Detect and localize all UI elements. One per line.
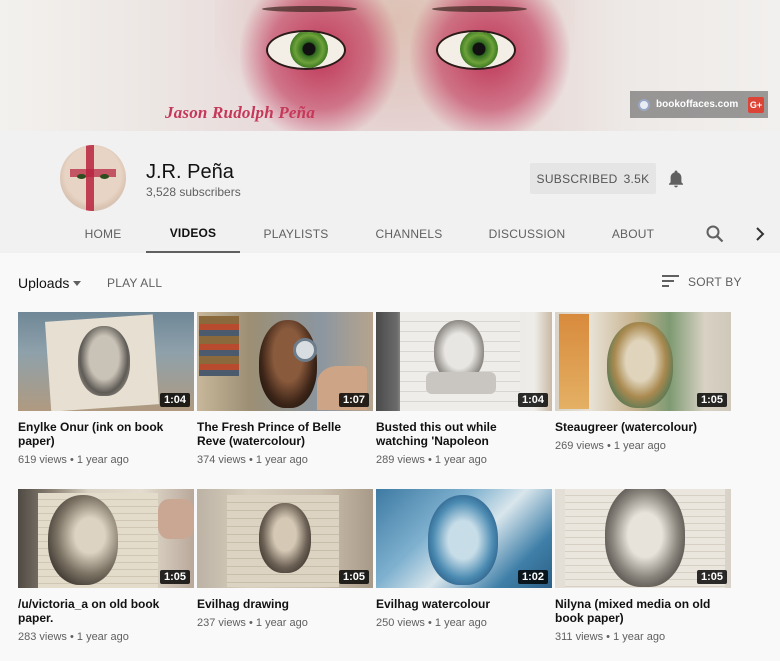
video-card[interactable]: 1:05 Steaugreer (watercolour) 269 views … bbox=[555, 312, 731, 452]
video-meta: 311 views • 1 year ago bbox=[555, 631, 666, 643]
video-duration: 1:04 bbox=[159, 393, 190, 407]
caret-down-icon[interactable] bbox=[73, 281, 81, 286]
video-title[interactable]: /u/victoria_a on old book paper. bbox=[18, 597, 194, 625]
tab-playlists[interactable]: PLAYLISTS bbox=[252, 215, 340, 253]
video-title[interactable]: Evilhag watercolour bbox=[376, 597, 552, 611]
subscribe-label: SUBSCRIBED bbox=[536, 171, 618, 186]
video-title[interactable]: Nilyna (mixed media on old book paper) bbox=[555, 597, 731, 625]
video-meta: 619 views • 1 year ago bbox=[18, 454, 129, 466]
tab-discussion[interactable]: DISCUSSION bbox=[482, 215, 572, 253]
globe-icon bbox=[638, 98, 650, 111]
tab-home[interactable]: HOME bbox=[72, 215, 134, 253]
video-age: 1 year ago bbox=[434, 617, 487, 629]
video-views: 237 views bbox=[197, 617, 246, 629]
video-meta: 250 views • 1 year ago bbox=[376, 617, 487, 629]
subscribe-button[interactable]: SUBSCRIBED 3.5K bbox=[530, 163, 656, 194]
video-title[interactable]: The Fresh Prince of Belle Reve (watercol… bbox=[197, 420, 373, 448]
video-views: 283 views bbox=[18, 631, 67, 643]
video-age: 1 year ago bbox=[434, 454, 487, 466]
sort-icon[interactable] bbox=[662, 274, 680, 288]
video-card[interactable]: 1:05 Evilhag drawing 237 views • 1 year … bbox=[197, 489, 373, 629]
video-meta: 289 views • 1 year ago bbox=[376, 454, 487, 466]
video-duration: 1:05 bbox=[159, 570, 190, 584]
subscribe-count: 3.5K bbox=[623, 171, 650, 186]
banner-links[interactable]: bookoffaces.com G+ bbox=[630, 91, 768, 118]
video-card[interactable]: 1:04 Enylke Onur (ink on book paper) 619… bbox=[18, 312, 194, 466]
video-duration: 1:02 bbox=[517, 570, 548, 584]
video-title[interactable]: Enylke Onur (ink on book paper) bbox=[18, 420, 194, 448]
video-duration: 1:07 bbox=[338, 393, 369, 407]
video-age: 1 year ago bbox=[255, 617, 308, 629]
channel-banner: Jason Rudolph Peña bookoffaces.com G+ bbox=[0, 0, 780, 131]
google-plus-icon[interactable]: G+ bbox=[748, 96, 764, 113]
banner-signature: Jason Rudolph Peña bbox=[165, 103, 316, 122]
video-views: 311 views bbox=[555, 631, 604, 643]
chevron-right-icon[interactable] bbox=[751, 225, 769, 243]
video-thumbnail[interactable]: 1:04 bbox=[18, 312, 194, 411]
channel-name: J.R. Peña bbox=[146, 161, 234, 183]
uploads-dropdown[interactable]: Uploads bbox=[18, 275, 69, 291]
video-title[interactable]: Evilhag drawing bbox=[197, 597, 373, 611]
video-age: 1 year ago bbox=[76, 454, 129, 466]
video-thumbnail[interactable]: 1:05 bbox=[555, 312, 731, 411]
video-duration: 1:05 bbox=[696, 570, 727, 584]
video-views: 250 views bbox=[376, 617, 425, 629]
sort-by-button[interactable]: SORT BY bbox=[688, 275, 742, 289]
video-card[interactable]: 1:02 Evilhag watercolour 250 views • 1 y… bbox=[376, 489, 552, 629]
banner-eye-right bbox=[436, 30, 516, 70]
tab-videos[interactable]: VIDEOS bbox=[146, 215, 240, 253]
video-thumbnail[interactable]: 1:04 bbox=[376, 312, 552, 411]
bell-icon[interactable] bbox=[667, 169, 685, 189]
tab-about[interactable]: ABOUT bbox=[600, 215, 666, 253]
video-thumbnail[interactable]: 1:05 bbox=[555, 489, 731, 588]
video-views: 374 views bbox=[197, 454, 246, 466]
video-age: 1 year ago bbox=[76, 631, 129, 643]
banner-brow-right bbox=[432, 6, 527, 12]
video-age: 1 year ago bbox=[613, 440, 666, 452]
video-meta: 237 views • 1 year ago bbox=[197, 617, 308, 629]
video-views: 289 views bbox=[376, 454, 425, 466]
banner-brow-left bbox=[262, 6, 357, 12]
video-duration: 1:05 bbox=[696, 393, 727, 407]
video-card[interactable]: 1:05 Nilyna (mixed media on old book pap… bbox=[555, 489, 731, 643]
video-age: 1 year ago bbox=[255, 454, 308, 466]
video-views: 619 views bbox=[18, 454, 67, 466]
video-duration: 1:04 bbox=[517, 393, 548, 407]
video-thumbnail[interactable]: 1:05 bbox=[18, 489, 194, 588]
video-card[interactable]: 1:04 Busted this out while watching 'Nap… bbox=[376, 312, 552, 466]
play-all-button[interactable]: PLAY ALL bbox=[107, 276, 162, 290]
video-meta: 283 views • 1 year ago bbox=[18, 631, 129, 643]
video-thumbnail[interactable]: 1:02 bbox=[376, 489, 552, 588]
avatar[interactable] bbox=[60, 145, 126, 211]
video-thumbnail[interactable]: 1:05 bbox=[197, 489, 373, 588]
video-title[interactable]: Busted this out while watching 'Napoleon bbox=[376, 420, 552, 448]
channel-header: J.R. Peña 3,528 subscribers SUBSCRIBED 3… bbox=[0, 131, 780, 253]
uploads-bar: Uploads PLAY ALL SORT BY bbox=[0, 253, 780, 311]
banner-website-link[interactable]: bookoffaces.com bbox=[656, 99, 742, 110]
video-views: 269 views bbox=[555, 440, 604, 452]
video-title[interactable]: Steaugreer (watercolour) bbox=[555, 420, 731, 434]
banner-eye-left bbox=[266, 30, 346, 70]
channel-tabs: HOME VIDEOS PLAYLISTS CHANNELS DISCUSSIO… bbox=[0, 215, 780, 253]
video-meta: 269 views • 1 year ago bbox=[555, 440, 666, 452]
subscriber-count: 3,528 subscribers bbox=[146, 185, 241, 199]
video-meta: 374 views • 1 year ago bbox=[197, 454, 308, 466]
video-card[interactable]: 1:05 /u/victoria_a on old book paper. 28… bbox=[18, 489, 194, 643]
video-duration: 1:05 bbox=[338, 570, 369, 584]
video-age: 1 year ago bbox=[613, 631, 666, 643]
tab-channels[interactable]: CHANNELS bbox=[364, 215, 454, 253]
video-card[interactable]: 1:07 The Fresh Prince of Belle Reve (wat… bbox=[197, 312, 373, 466]
search-icon[interactable] bbox=[705, 224, 725, 244]
video-thumbnail[interactable]: 1:07 bbox=[197, 312, 373, 411]
